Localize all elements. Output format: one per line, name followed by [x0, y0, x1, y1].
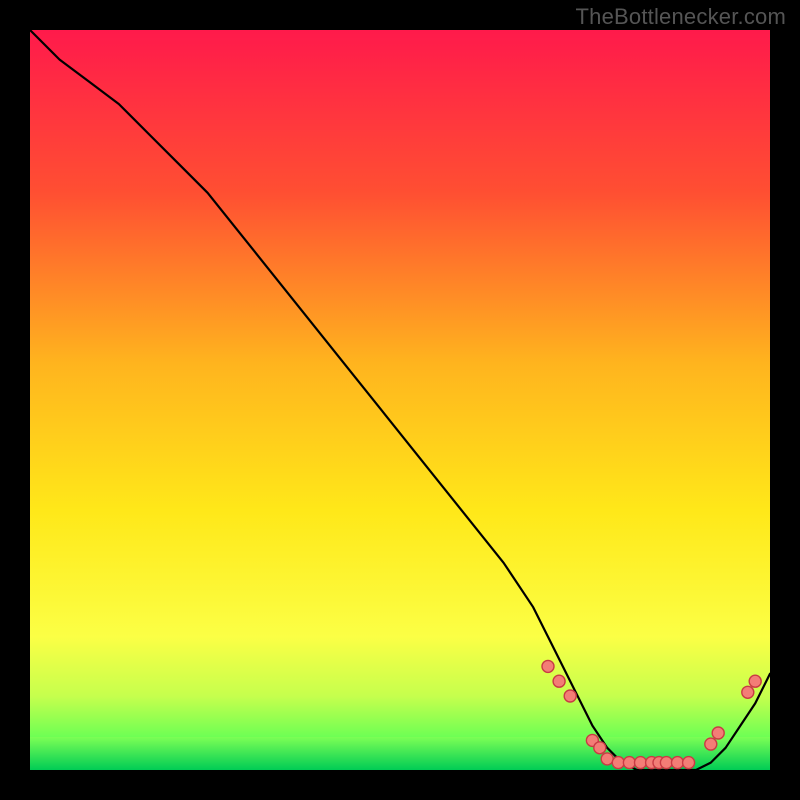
data-marker [672, 757, 684, 769]
data-marker [660, 757, 672, 769]
data-marker [623, 757, 635, 769]
data-marker [601, 753, 613, 765]
data-marker [542, 660, 554, 672]
data-marker [612, 757, 624, 769]
data-marker [742, 686, 754, 698]
data-marker [712, 727, 724, 739]
data-marker [749, 675, 761, 687]
data-marker [635, 757, 647, 769]
data-marker [564, 690, 576, 702]
data-marker [705, 738, 717, 750]
data-marker [553, 675, 565, 687]
bottleneck-curve [30, 30, 770, 770]
chart-plot-area [30, 30, 770, 770]
data-marker [594, 742, 606, 754]
watermark-text: TheBottlenecker.com [576, 4, 786, 30]
chart-svg-layer [30, 30, 770, 770]
data-marker [683, 757, 695, 769]
